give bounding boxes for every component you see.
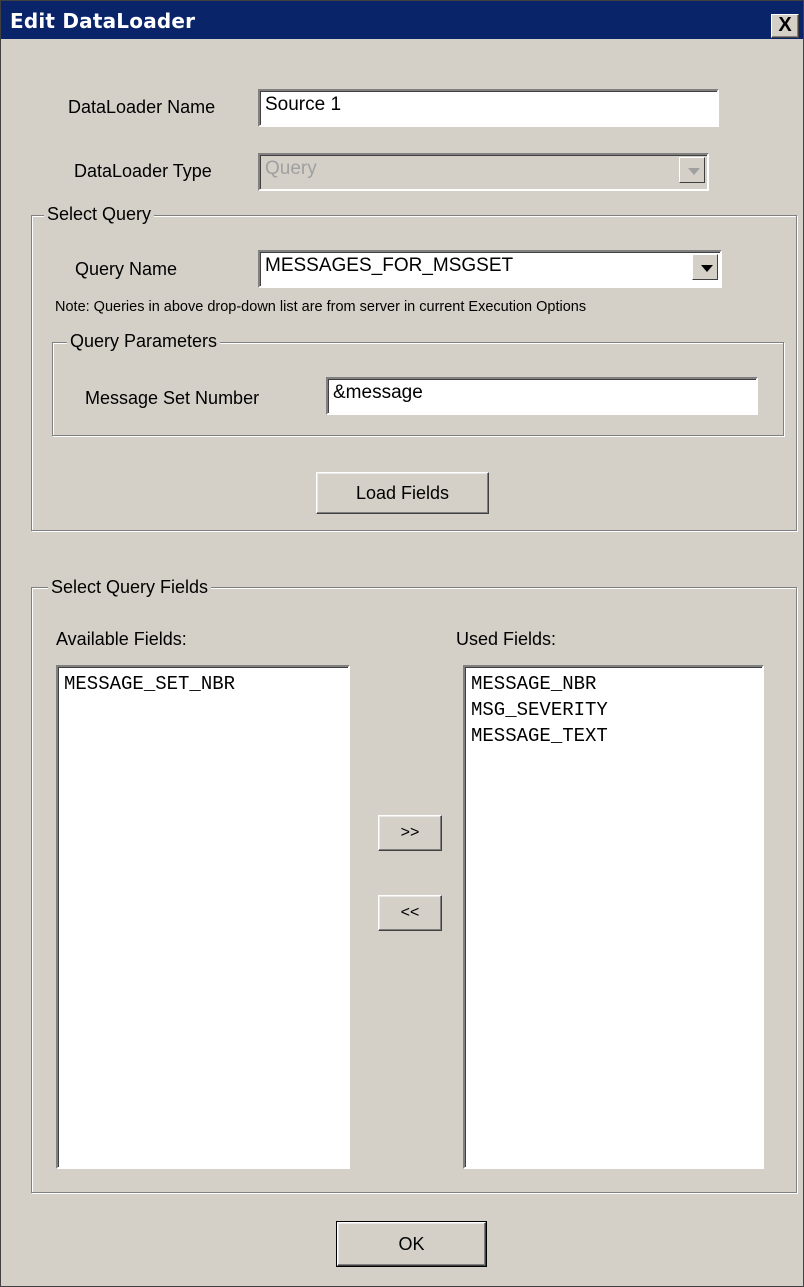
query-name-value: MESSAGES_FOR_MSGSET	[265, 255, 514, 276]
query-name-dropdown-button[interactable]	[692, 254, 718, 280]
dataloader-name-input[interactable]: Source 1	[258, 89, 719, 127]
edit-dataloader-dialog: Edit DataLoader X DataLoader Name Source…	[0, 0, 804, 1287]
title-bar: Edit DataLoader X	[1, 1, 803, 39]
close-icon: X	[778, 14, 792, 36]
window-title: Edit DataLoader	[10, 9, 196, 33]
used-fields-label: Used Fields:	[456, 629, 557, 649]
close-button[interactable]: X	[771, 14, 799, 38]
remove-field-button[interactable]: <<	[378, 895, 442, 931]
ok-button[interactable]: OK	[336, 1221, 487, 1267]
chevron-down-icon	[688, 168, 700, 175]
query-note: Note: Queries in above drop-down list ar…	[55, 299, 587, 315]
query-name-select[interactable]: MESSAGES_FOR_MSGSET	[258, 250, 722, 288]
message-set-number-input[interactable]: &message	[326, 377, 758, 415]
list-item[interactable]: MESSAGE_SET_NBR	[64, 671, 342, 697]
query-name-label: Query Name	[75, 259, 178, 279]
chevron-down-icon	[701, 265, 713, 272]
available-fields-list[interactable]: MESSAGE_SET_NBR	[56, 665, 350, 1169]
list-item[interactable]: MESSAGE_TEXT	[471, 723, 756, 749]
dataloader-type-select[interactable]: Query	[258, 153, 709, 191]
load-fields-button[interactable]: Load Fields	[316, 472, 489, 514]
add-field-button[interactable]: >>	[378, 815, 442, 851]
select-query-fields-title: Select Query Fields	[48, 577, 212, 598]
message-set-number-label: Message Set Number	[85, 388, 260, 408]
query-parameters-title: Query Parameters	[67, 331, 221, 352]
list-item[interactable]: MESSAGE_NBR	[471, 671, 756, 697]
dataloader-type-dropdown-button[interactable]	[679, 157, 705, 183]
used-fields-list[interactable]: MESSAGE_NBR MSG_SEVERITY MESSAGE_TEXT	[463, 665, 764, 1169]
available-fields-label: Available Fields:	[56, 629, 187, 649]
dataloader-name-value: Source 1	[265, 94, 342, 115]
select-query-title: Select Query	[44, 204, 155, 225]
list-item[interactable]: MSG_SEVERITY	[471, 697, 756, 723]
dataloader-name-label: DataLoader Name	[68, 97, 216, 117]
dataloader-type-label: DataLoader Type	[74, 161, 212, 181]
message-set-number-value: &message	[333, 382, 423, 403]
dataloader-type-value: Query	[265, 158, 317, 179]
